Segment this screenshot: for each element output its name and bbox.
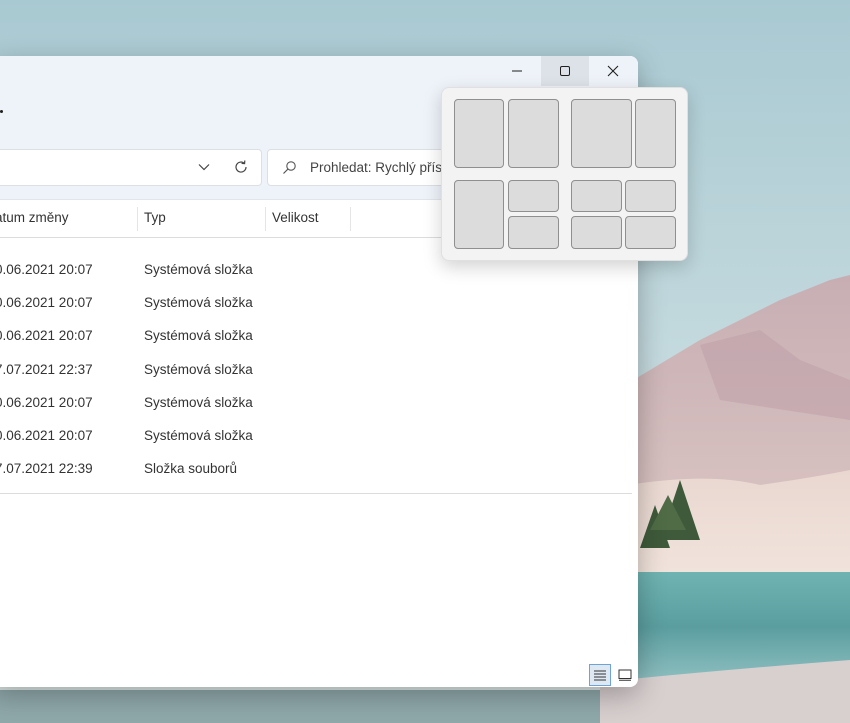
close-button[interactable] bbox=[589, 56, 637, 86]
list-item[interactable]: 7.07.2021 22:37 Systémová složka bbox=[0, 353, 638, 386]
cell-type: Systémová složka bbox=[144, 394, 253, 410]
title-fragment bbox=[0, 110, 3, 113]
column-divider[interactable] bbox=[137, 207, 138, 231]
cell-date-modified: 0.06.2021 20:07 bbox=[0, 394, 93, 410]
details-view-button[interactable] bbox=[589, 664, 611, 686]
close-icon bbox=[607, 65, 619, 77]
cell-date-modified: 0.06.2021 20:07 bbox=[0, 328, 93, 344]
minimize-button[interactable] bbox=[493, 56, 541, 86]
list-item[interactable]: 7.07.2021 22:39 Složka souborů bbox=[0, 452, 638, 485]
tiles-view-button[interactable] bbox=[614, 664, 636, 686]
maximize-button[interactable] bbox=[541, 56, 589, 86]
maximize-icon bbox=[560, 66, 570, 76]
snap-zone-top-right[interactable] bbox=[508, 180, 559, 212]
snap-zone-quadrant-top-right[interactable] bbox=[625, 180, 676, 212]
snap-zone-wide-left[interactable] bbox=[571, 99, 632, 168]
cell-date-modified: 0.06.2021 20:07 bbox=[0, 427, 93, 443]
list-item[interactable]: 0.06.2021 20:07 Systémová složka bbox=[0, 286, 638, 319]
chevron-down-icon[interactable] bbox=[197, 160, 211, 174]
snap-zone-quadrant-top-left[interactable] bbox=[571, 180, 622, 212]
snap-zone-left-column[interactable] bbox=[454, 180, 504, 249]
snap-zone-quadrant-bottom-left[interactable] bbox=[571, 216, 622, 249]
cell-type: Systémová složka bbox=[144, 295, 253, 311]
cell-date-modified: 0.06.2021 20:07 bbox=[0, 262, 93, 277]
column-header-size[interactable]: Velikost bbox=[272, 199, 352, 237]
list-item[interactable]: 0.06.2021 20:07 Systémová složka bbox=[0, 419, 638, 452]
cell-date-modified: 7.07.2021 22:37 bbox=[0, 361, 93, 377]
minimize-icon bbox=[512, 70, 522, 72]
cell-type: Systémová složka bbox=[144, 262, 253, 277]
list-item[interactable]: 0.06.2021 20:07 Systémová složka bbox=[0, 386, 638, 419]
tiles-view-icon bbox=[618, 669, 632, 681]
column-header-type[interactable]: Typ bbox=[144, 199, 264, 237]
snap-zone-left-half[interactable] bbox=[454, 99, 504, 168]
group-divider bbox=[0, 493, 632, 494]
list-item[interactable]: 0.06.2021 20:07 Systémová složka bbox=[0, 319, 638, 352]
search-icon bbox=[283, 161, 296, 174]
cell-type: Složka souborů bbox=[144, 461, 238, 477]
column-divider[interactable] bbox=[265, 207, 266, 231]
snap-zone-right-half[interactable] bbox=[508, 99, 559, 168]
cell-type: Systémová složka bbox=[144, 427, 253, 443]
cell-date-modified: 7.07.2021 22:39 bbox=[0, 461, 93, 477]
column-header-date-modified[interactable]: atum změny bbox=[0, 199, 135, 237]
cell-type: Systémová složka bbox=[144, 361, 253, 377]
snap-zone-quadrant-bottom-right[interactable] bbox=[625, 216, 676, 249]
snap-zone-bottom-right[interactable] bbox=[508, 216, 559, 249]
cell-type: Systémová složka bbox=[144, 328, 253, 344]
refresh-icon[interactable] bbox=[233, 159, 249, 175]
cell-date-modified: 0.06.2021 20:07 bbox=[0, 295, 93, 311]
file-list: 0.06.2021 20:07 Systémová složka 0.06.20… bbox=[0, 253, 638, 485]
details-view-icon bbox=[594, 670, 606, 681]
column-divider[interactable] bbox=[350, 207, 351, 231]
address-bar[interactable] bbox=[0, 149, 262, 186]
snap-layouts-flyout bbox=[441, 87, 688, 261]
snap-zone-narrow-right[interactable] bbox=[635, 99, 676, 168]
